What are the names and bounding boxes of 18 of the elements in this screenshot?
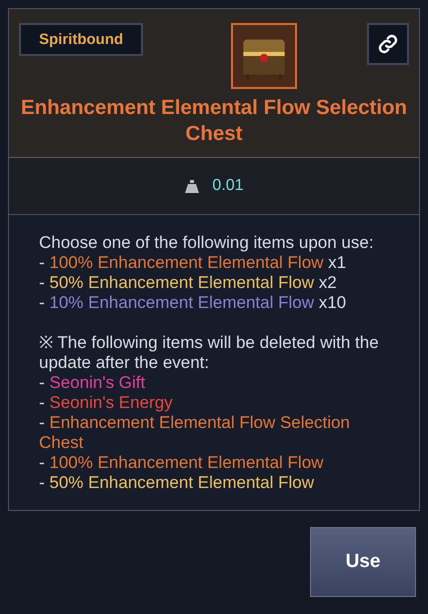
item-entry: - 100% Enhancement Elemental Flow x1	[39, 253, 348, 273]
item-entry: - 100% Enhancement Elemental Flow	[39, 453, 324, 473]
item-title: Enhancement Elemental Flow Selection Chest	[20, 95, 408, 147]
binding-badge: Spiritbound	[19, 23, 144, 56]
item-entry: - Seonin's Energy	[39, 393, 174, 413]
weight-value: 0.01	[212, 177, 244, 195]
weight-icon	[184, 178, 200, 194]
link-icon	[377, 33, 399, 55]
description-text: Choose one of the following items upon use:	[39, 233, 375, 253]
item-entry: - 50% Enhancement Elemental Flow x2	[39, 273, 338, 293]
use-button[interactable]: Use	[310, 527, 416, 597]
item-entry: - Enhancement Elemental Flow Selection Chest	[39, 413, 351, 453]
item-entry: - Seonin's Gift	[39, 373, 146, 393]
item-entry: - 10% Enhancement Elemental Flow x10	[39, 293, 348, 313]
chest-item-icon	[231, 23, 298, 89]
description-text: ※ The following items will be deleted with the update after the event:	[39, 333, 379, 373]
link-button[interactable]	[367, 23, 409, 65]
item-entry: - 50% Enhancement Elemental Flow	[39, 473, 315, 493]
